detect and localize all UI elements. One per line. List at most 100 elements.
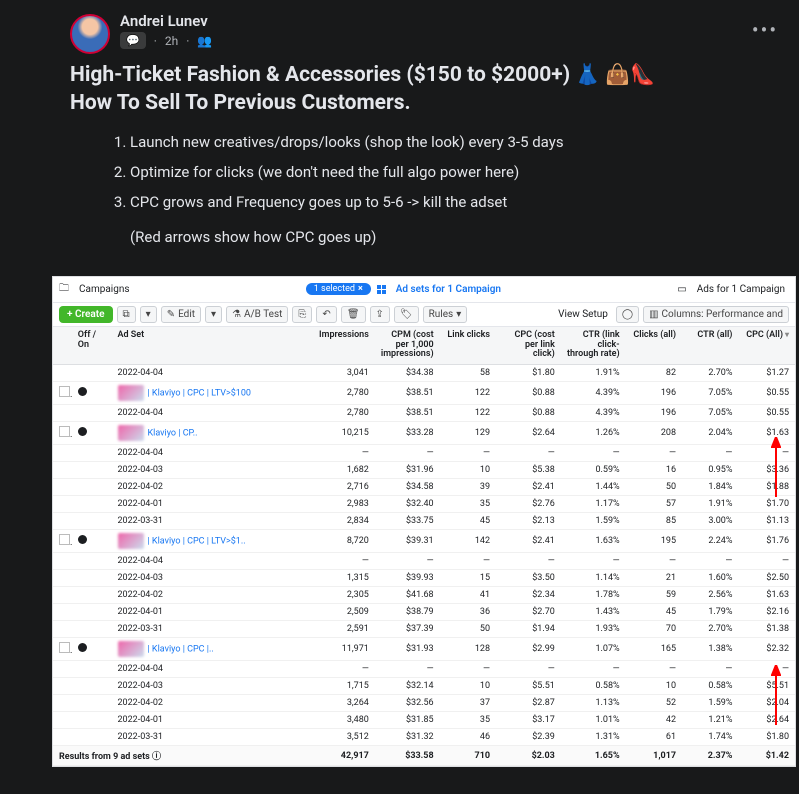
col-clicks-all[interactable]: Clicks (all) xyxy=(626,327,682,365)
table-row[interactable]: 2022-04-031,715$32.1410$5.510.58%100.58%… xyxy=(53,678,795,695)
group-badge-icon: 💬 xyxy=(120,32,146,49)
duplicate-button[interactable]: ⧉ xyxy=(117,306,136,323)
adset-name-cell[interactable]: | Klaviyo | CPC | LTV>$100 xyxy=(112,382,311,405)
table-row[interactable]: 2022-04-031,682$31.9610$5.380.59%160.95%… xyxy=(53,462,795,479)
selected-pill[interactable]: 1 selected × xyxy=(306,283,371,295)
col-adset[interactable]: Ad Set xyxy=(112,327,311,365)
export-button[interactable]: ⇪ xyxy=(370,306,390,323)
col-ctr-all[interactable]: CTR (all) xyxy=(682,327,738,365)
metric-cell: 42 xyxy=(626,712,682,729)
col-checkbox[interactable] xyxy=(53,327,72,365)
col-cpm[interactable]: CPM (cost per 1,000 impressions) xyxy=(375,327,440,365)
metric-cell: 45 xyxy=(440,513,496,530)
table-row[interactable]: 2022-04-043,041$34.3858$1.801.91%822.70%… xyxy=(53,365,795,382)
table-row[interactable]: 2022-04-022,305$41.6841$2.341.78%592.56%… xyxy=(53,587,795,604)
metric-cell: 61 xyxy=(626,729,682,746)
delete-button[interactable]: 🗑 xyxy=(341,306,366,323)
metric-cell: 1.26% xyxy=(561,422,626,445)
close-icon[interactable]: × xyxy=(358,284,363,294)
abtest-button[interactable]: ⚗ A/B Test xyxy=(226,306,288,323)
copy-button[interactable]: ⎘ xyxy=(292,306,312,323)
table-row[interactable]: Klaviyo | CP..10,215$33.28129$2.641.26%2… xyxy=(53,422,795,445)
table-row[interactable]: 2022-04-04———————— xyxy=(53,553,795,570)
metric-cell: $3.50 xyxy=(496,570,561,587)
empty-cell: — xyxy=(496,445,561,462)
date-cell: 2022-04-04 xyxy=(112,445,311,462)
create-button[interactable]: + Create xyxy=(59,306,113,323)
tab-ads[interactable]: Ads for 1 Campaign xyxy=(693,282,789,297)
row-checkbox[interactable] xyxy=(59,426,70,437)
col-ctr-link[interactable]: CTR (link click-through rate) xyxy=(561,327,626,365)
edit-button[interactable]: ✎ Edit xyxy=(161,306,201,323)
metric-cell: 1.43% xyxy=(561,604,626,621)
rules-button[interactable]: Rules ▾ xyxy=(423,306,468,323)
toggle-icon[interactable] xyxy=(78,643,87,652)
table-row[interactable]: 2022-04-013,480$31.8535$3.171.01%421.21%… xyxy=(53,712,795,729)
table-row[interactable]: 2022-04-012,509$38.7936$2.701.43%451.79%… xyxy=(53,604,795,621)
table-row[interactable]: 2022-04-042,780$38.51122$0.884.39%1967.0… xyxy=(53,405,795,422)
col-cpc-all[interactable]: CPC (All) xyxy=(738,327,795,365)
post-time[interactable]: 2h xyxy=(165,34,178,48)
table-row[interactable]: | Klaviyo | CPC |..11,971$31.93128$2.991… xyxy=(53,638,795,661)
ads-tabs-row: 🗀 Campaigns 1 selected × Ad sets for 1 C… xyxy=(53,277,795,303)
post-more-button[interactable]: ••• xyxy=(747,12,783,48)
row-checkbox[interactable] xyxy=(59,386,70,397)
tag-button[interactable]: 🏷 xyxy=(394,306,419,323)
toggle-icon[interactable] xyxy=(78,535,87,544)
columns-button[interactable]: ▥ Columns: Performance and xyxy=(643,306,789,323)
toggle-icon[interactable] xyxy=(78,427,87,436)
metric-cell: 2,780 xyxy=(310,405,375,422)
author-name[interactable]: Andrei Lunev xyxy=(120,12,212,30)
metric-cell: $32.56 xyxy=(375,695,440,712)
col-cpc-link[interactable]: CPC (cost per link click) xyxy=(496,327,561,365)
metric-cell: $2.64 xyxy=(738,712,795,729)
table-row[interactable]: 2022-03-312,591$37.3950$1.941.93%702.70%… xyxy=(53,621,795,638)
metric-cell: 39 xyxy=(440,479,496,496)
adset-name-cell[interactable]: | Klaviyo | CPC |.. xyxy=(112,638,311,661)
metric-cell: 1.60% xyxy=(682,570,738,587)
adset-name-cell[interactable]: Klaviyo | CP.. xyxy=(112,422,311,445)
table-row[interactable]: 2022-04-023,264$32.5637$2.871.13%521.59%… xyxy=(53,695,795,712)
metric-cell: 0.58% xyxy=(561,678,626,695)
table-row[interactable]: 2022-04-012,983$32.4035$2.761.17%571.91%… xyxy=(53,496,795,513)
totals-cpm: $33.58 xyxy=(375,746,440,766)
metric-cell: 208 xyxy=(626,422,682,445)
date-cell: 2022-03-31 xyxy=(112,621,311,638)
headline-text: High-Ticket Fashion & Accessories ($150 … xyxy=(70,63,570,87)
col-link-clicks[interactable]: Link clicks xyxy=(440,327,496,365)
undo-button[interactable]: ↶ xyxy=(316,306,336,323)
toggle-icon[interactable] xyxy=(78,387,87,396)
metric-cell: 1,682 xyxy=(310,462,375,479)
metric-cell: 46 xyxy=(440,729,496,746)
empty-cell: — xyxy=(440,661,496,678)
metric-cell: 41 xyxy=(440,587,496,604)
author-avatar[interactable] xyxy=(70,14,110,54)
metric-cell: $3.36 xyxy=(738,462,795,479)
metric-cell: 3,264 xyxy=(310,695,375,712)
table-row[interactable]: 2022-04-04———————— xyxy=(53,661,795,678)
table-row[interactable]: 2022-04-022,716$34.5839$2.411.44%501.84%… xyxy=(53,479,795,496)
dropdown-icon[interactable]: ▾ xyxy=(140,306,157,323)
dropdown-icon[interactable]: ▾ xyxy=(205,306,222,323)
table-row[interactable]: 2022-03-313,512$31.3246$2.391.31%611.74%… xyxy=(53,729,795,746)
table-row[interactable]: 2022-03-312,834$33.7545$2.131.59%853.00%… xyxy=(53,513,795,530)
folder-icon: 🗀 xyxy=(59,281,69,298)
adset-name-cell[interactable]: | Klaviyo | CPC | LTV>$1.. xyxy=(112,530,311,553)
metric-cell: 2,509 xyxy=(310,604,375,621)
view-setup-toggle[interactable]: ◯ xyxy=(616,306,639,323)
col-off-on[interactable]: Off / On xyxy=(72,327,112,365)
table-row[interactable]: 2022-04-04———————— xyxy=(53,445,795,462)
metric-cell: 8,720 xyxy=(310,530,375,553)
row-checkbox[interactable] xyxy=(59,642,70,653)
metric-cell: 129 xyxy=(440,422,496,445)
row-checkbox[interactable] xyxy=(59,534,70,545)
post-headline: High-Ticket Fashion & Accessories ($150 … xyxy=(70,61,729,118)
tab-adsets[interactable]: Ad sets for 1 Campaign xyxy=(392,282,505,297)
empty-cell: — xyxy=(310,661,375,678)
table-row[interactable]: | Klaviyo | CPC | LTV>$1..8,720$39.31142… xyxy=(53,530,795,553)
table-row[interactable]: 2022-04-031,315$39.9315$3.501.14%211.60%… xyxy=(53,570,795,587)
tab-campaigns[interactable]: Campaigns xyxy=(75,282,134,297)
meta-separator xyxy=(152,34,159,48)
table-row[interactable]: | Klaviyo | CPC | LTV>$1002,780$38.51122… xyxy=(53,382,795,405)
col-impressions[interactable]: Impressions xyxy=(310,327,375,365)
